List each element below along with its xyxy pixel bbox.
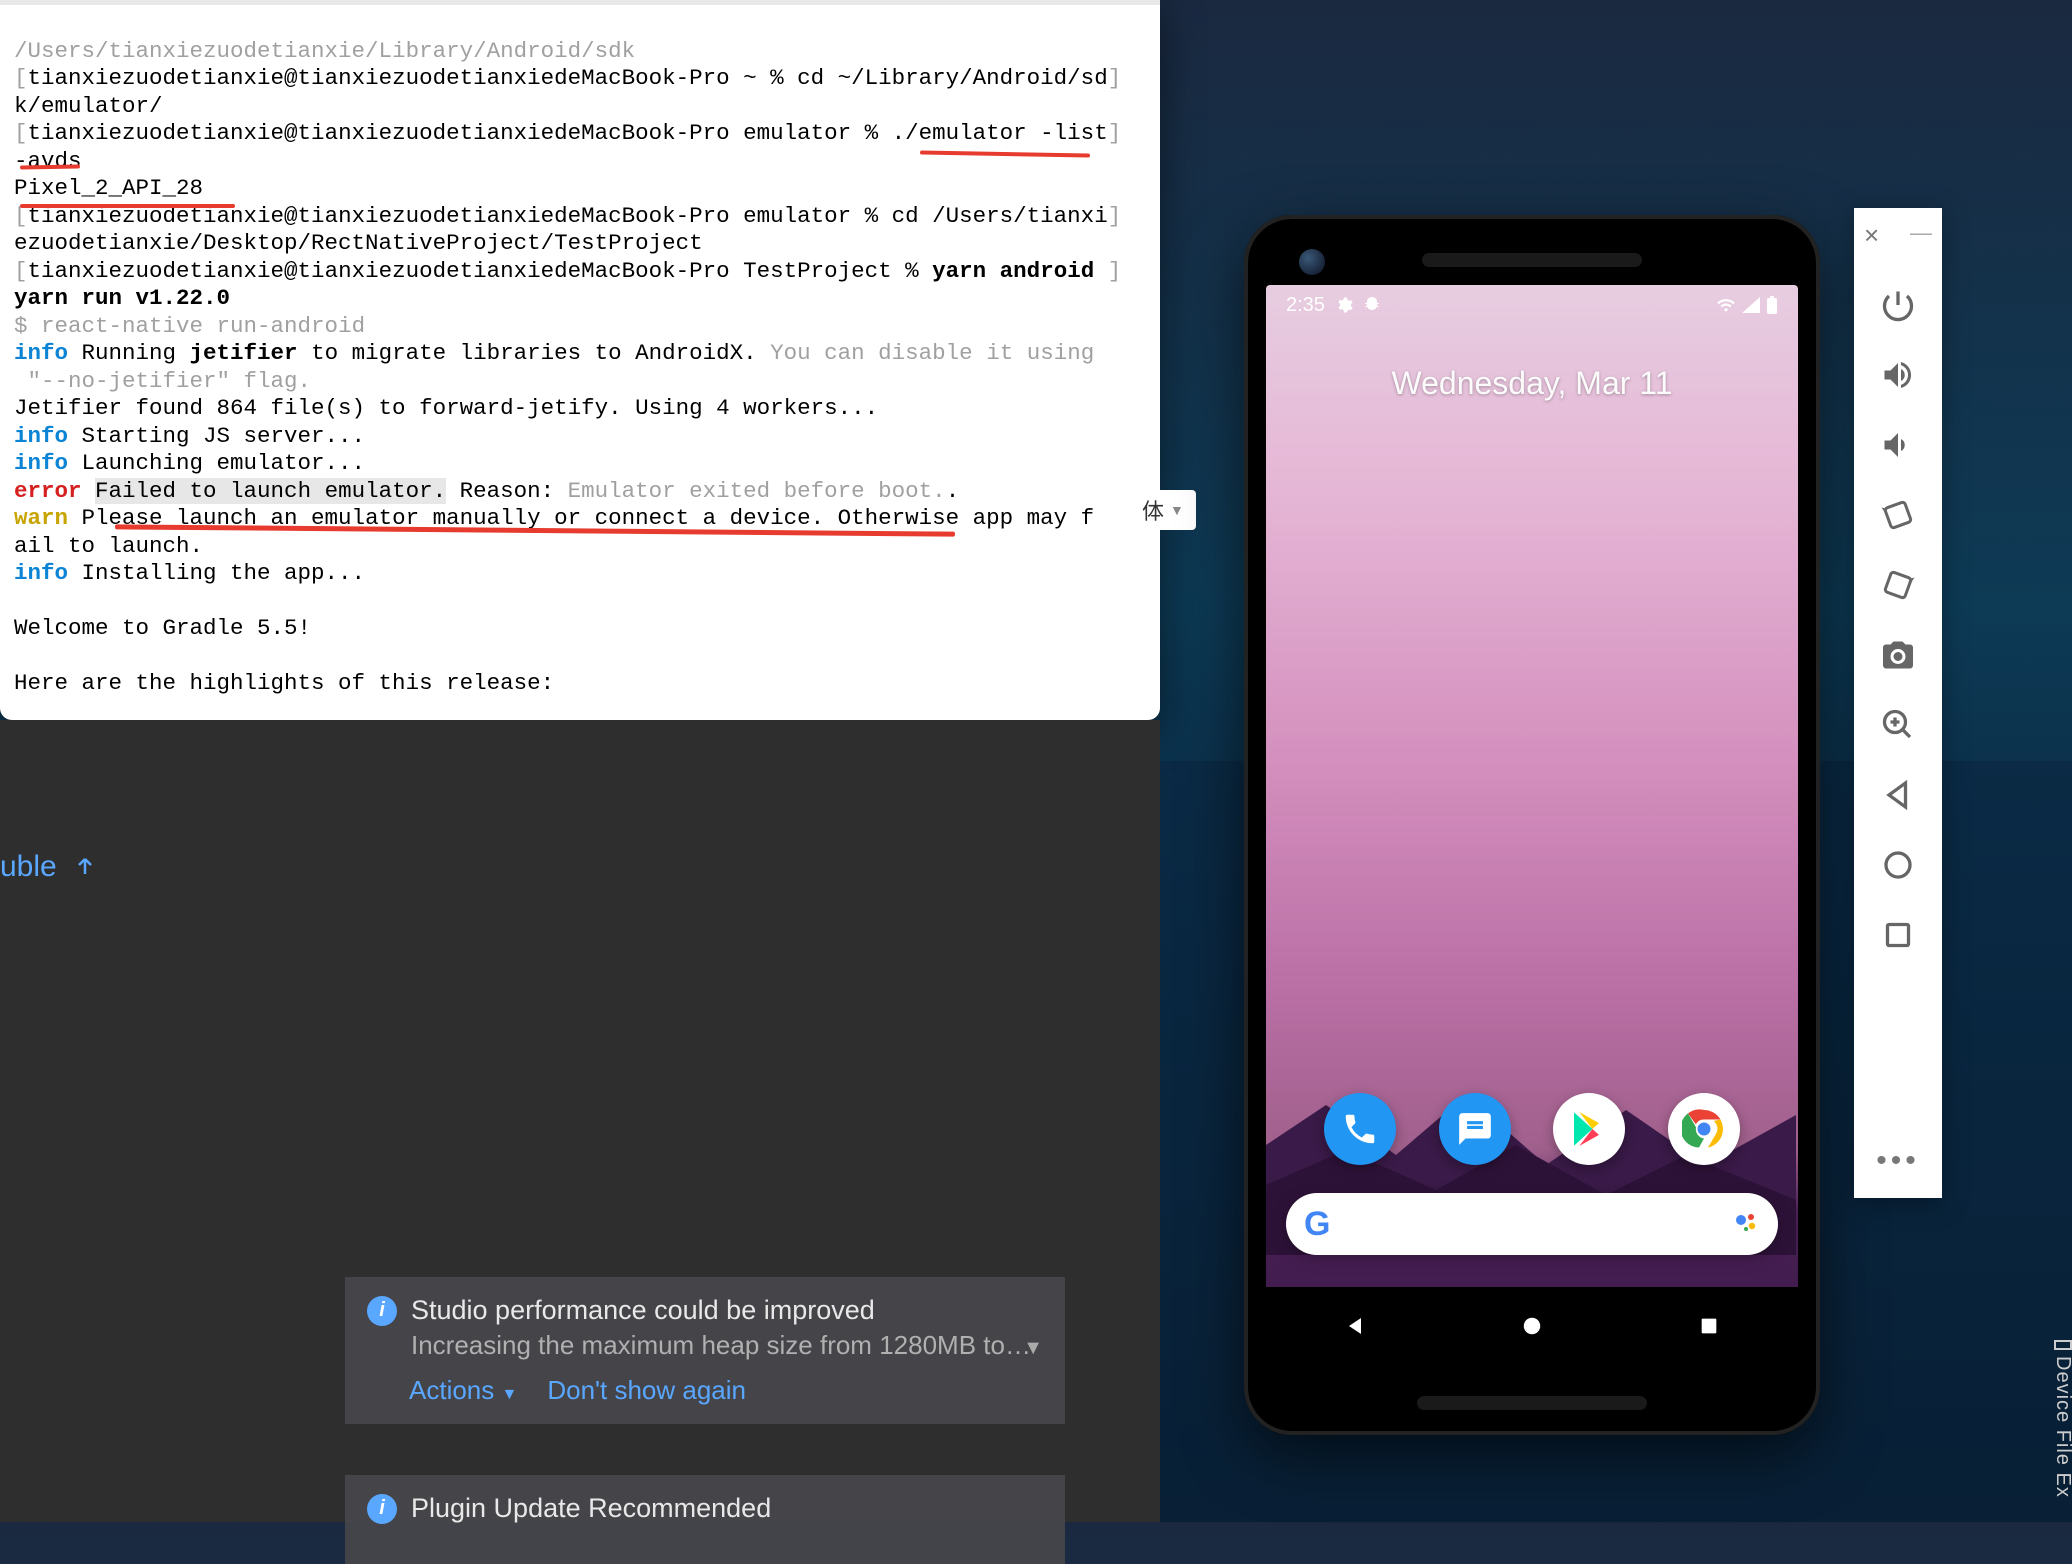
terminal-line: tianxiezuodetianxie@tianxiezuodetianxied… — [28, 258, 933, 284]
panel-icon — [2054, 1340, 2072, 1350]
terminal-line: . — [946, 478, 960, 504]
status-bar[interactable]: 2:35 — [1266, 285, 1798, 325]
zoom-button[interactable] — [1878, 705, 1918, 745]
terminal-line-bracket: ] — [1108, 65, 1122, 91]
device-screen[interactable]: 2:35 Wednesday, Mar 11 — [1266, 285, 1798, 1365]
terminal-line: to migrate libraries to AndroidX. — [298, 340, 771, 366]
app-dock — [1266, 1093, 1798, 1165]
notification-dismiss-link[interactable]: Don't show again — [547, 1375, 746, 1406]
device-speaker — [1422, 253, 1642, 267]
google-search-bar[interactable]: G — [1286, 1193, 1778, 1255]
log-tag-warn: warn — [14, 505, 68, 531]
home-date: Wednesday, Mar 11 — [1266, 365, 1798, 402]
terminal-line: Here are the highlights of this release: — [14, 670, 554, 696]
notification-plugin-update[interactable]: i Plugin Update Recommended — [345, 1475, 1065, 1564]
volume-up-button[interactable] — [1878, 355, 1918, 395]
terminal-output[interactable]: /Users/tianxiezuodetianxie/Library/Andro… — [0, 0, 1160, 720]
chrome-app-icon[interactable] — [1668, 1093, 1740, 1165]
android-emulator: 2:35 Wednesday, Mar 11 — [1244, 215, 1820, 1435]
terminal-line: k/emulator/ — [14, 93, 163, 119]
terminal-line — [82, 478, 96, 504]
rotate-right-button[interactable] — [1878, 565, 1918, 605]
terminal-line: "--no-jetifier" flag. — [14, 368, 311, 394]
terminal-window: TestProject — -zsh — 80×24 /Users/tianxi… — [0, 0, 1160, 720]
back-button[interactable] — [1339, 1310, 1371, 1342]
log-tag-info: info — [14, 560, 68, 586]
signal-icon — [1742, 297, 1760, 313]
terminal-line: Launching emulator... — [68, 450, 365, 476]
notification-title: Studio performance could be improved — [411, 1295, 875, 1326]
terminal-line: Emulator exited before boot. — [568, 478, 946, 504]
chevron-down-icon: ▼ — [502, 1386, 518, 1403]
terminal-line-bracket: [ — [14, 65, 28, 91]
log-tag-error: error — [14, 478, 82, 504]
terminal-line: Reason: — [446, 478, 568, 504]
assistant-icon[interactable] — [1732, 1208, 1760, 1241]
side-panel-tab[interactable]: Device File Ex — [2051, 1340, 2072, 1498]
nav-home-button[interactable] — [1878, 845, 1918, 885]
terminal-line: -avds — [14, 148, 82, 174]
terminal-line: ail to launch. — [14, 533, 203, 559]
notification-actions-link[interactable]: Actions ▼ — [409, 1375, 517, 1406]
volume-down-button[interactable] — [1878, 425, 1918, 465]
terminal-cmd: yarn android — [932, 258, 1108, 284]
log-tag-info: info — [14, 423, 68, 449]
notification-title: Plugin Update Recommended — [411, 1493, 771, 1524]
gear-icon — [1335, 296, 1353, 314]
terminal-line: ezuodetianxie/Desktop/RectNativeProject/… — [14, 230, 703, 256]
terminal-line: Pixel_2_API_28 — [14, 175, 203, 201]
overview-button[interactable] — [1693, 1310, 1725, 1342]
nav-back-button[interactable] — [1878, 775, 1918, 815]
terminal-line: Starting JS server... — [68, 423, 365, 449]
device-camera — [1299, 249, 1325, 275]
status-time: 2:35 — [1286, 294, 1325, 317]
battery-icon — [1766, 296, 1778, 314]
terminal-line: Running — [68, 340, 190, 366]
minimize-button[interactable]: — — [1910, 220, 1932, 251]
terminal-line: Installing the app... — [68, 560, 365, 586]
debug-icon — [1363, 296, 1381, 314]
chevron-down-icon[interactable]: ▼ — [1023, 1337, 1043, 1360]
error-message: Failed to launch emulator. — [95, 478, 446, 504]
play-store-app-icon[interactable] — [1553, 1093, 1625, 1165]
device-speaker — [1417, 1396, 1647, 1410]
terminal-line: /Users/tianxiezuodetianxie/Library/Andro… — [14, 38, 635, 64]
language-label: 体 — [1142, 494, 1164, 526]
terminal-line: yarn run v1.22.0 — [14, 285, 230, 311]
chevron-down-icon: ▼ — [1170, 502, 1184, 518]
partial-link[interactable]: uble — [0, 850, 97, 884]
messages-app-icon[interactable] — [1439, 1093, 1511, 1165]
notification-performance[interactable]: i Studio performance could be improved I… — [345, 1277, 1065, 1424]
info-icon: i — [367, 1494, 397, 1524]
screenshot-button[interactable] — [1878, 635, 1918, 675]
terminal-line: react-native run-android — [41, 313, 365, 339]
terminal-line: tianxiezuodetianxie@tianxiezuodetianxied… — [28, 120, 1108, 146]
notification-subtitle: Increasing the maximum heap size from 12… — [411, 1330, 1043, 1361]
terminal-line: Jetifier found 864 file(s) to forward-je… — [14, 395, 878, 421]
more-options-button[interactable]: ••• — [1876, 1144, 1920, 1178]
log-tag-info: info — [14, 450, 68, 476]
annotation-underline — [20, 204, 235, 208]
navigation-bar — [1266, 1287, 1798, 1365]
terminal-line: Welcome to Gradle 5.5! — [14, 615, 311, 641]
close-button[interactable]: × — [1864, 220, 1879, 251]
google-logo: G — [1304, 1205, 1330, 1244]
wifi-icon — [1716, 297, 1736, 313]
emulator-toolbar: × — ••• — [1854, 208, 1942, 1198]
home-button[interactable] — [1516, 1310, 1548, 1342]
terminal-line: tianxiezuodetianxie@tianxiezuodetianxied… — [28, 65, 1108, 91]
power-button[interactable] — [1878, 285, 1918, 325]
log-tag-info: info — [14, 340, 68, 366]
annotation-underline — [920, 151, 1090, 158]
arrow-up-icon — [73, 854, 97, 878]
nav-overview-button[interactable] — [1878, 915, 1918, 955]
rotate-left-button[interactable] — [1878, 495, 1918, 535]
terminal-prompt: $ — [14, 313, 41, 339]
terminal-line: You can disable it using — [770, 340, 1094, 366]
info-icon: i — [367, 1296, 397, 1326]
phone-app-icon[interactable] — [1324, 1093, 1396, 1165]
terminal-line: jetifier — [190, 340, 298, 366]
language-selector[interactable]: 体 ▼ — [1130, 490, 1196, 530]
